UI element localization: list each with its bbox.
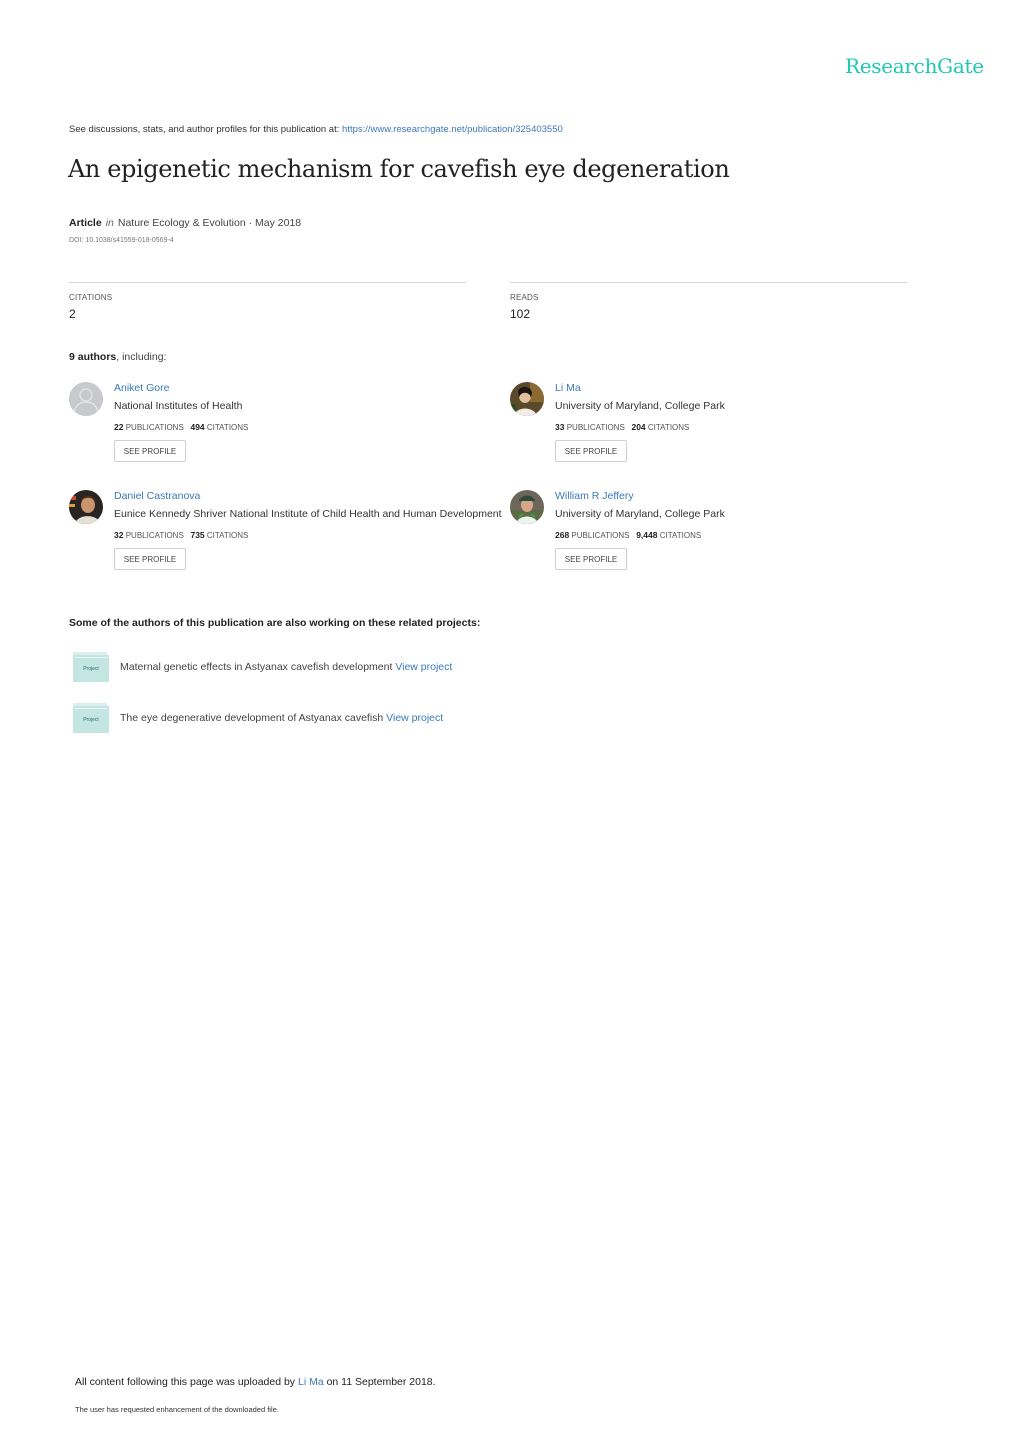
- project-title: Maternal genetic effects in Astyanax cav…: [120, 661, 393, 673]
- author-institution: Eunice Kennedy Shriver National Institut…: [114, 508, 502, 520]
- publications-label: PUBLICATIONS: [125, 531, 184, 540]
- authors-count-suffix: , including:: [116, 351, 167, 363]
- author-card: Aniket Gore National Institutes of Healt…: [69, 382, 509, 482]
- citations-count: 9,448: [636, 530, 658, 540]
- author-card: Li Ma University of Maryland, College Pa…: [510, 382, 950, 482]
- author-name-link[interactable]: Li Ma: [555, 382, 581, 394]
- publication-title: An epigenetic mechanism for cavefish eye…: [68, 155, 730, 183]
- researchgate-logo[interactable]: ResearchGate: [845, 54, 984, 78]
- author-stats: 32 PUBLICATIONS 735 CITATIONS: [114, 530, 248, 540]
- citations-value: 2: [69, 307, 76, 321]
- author-card: William R Jeffery University of Maryland…: [510, 490, 950, 590]
- project-text: Maternal genetic effects in Astyanax cav…: [120, 661, 452, 673]
- citations-count: 735: [190, 530, 205, 540]
- avatar[interactable]: [510, 382, 544, 416]
- author-institution: University of Maryland, College Park: [555, 400, 725, 412]
- publications-label: PUBLICATIONS: [125, 423, 184, 432]
- authors-count: 9 authors, including:: [69, 351, 166, 363]
- author-photo-icon: [510, 382, 544, 416]
- publications-label: PUBLICATIONS: [571, 531, 630, 540]
- publication-url-link[interactable]: https://www.researchgate.net/publication…: [342, 124, 563, 135]
- related-projects-heading: Some of the authors of this publication …: [69, 617, 481, 629]
- publications-count: 22: [114, 422, 124, 432]
- reads-value: 102: [510, 307, 531, 321]
- project-text: The eye degenerative development of Asty…: [120, 712, 443, 724]
- avatar[interactable]: [69, 382, 103, 416]
- author-name-link[interactable]: Aniket Gore: [114, 382, 169, 394]
- avatar[interactable]: [69, 490, 103, 524]
- view-project-link[interactable]: View project: [386, 712, 443, 724]
- publications-count: 268: [555, 530, 570, 540]
- project-icon-label: Project: [83, 717, 99, 723]
- discussion-notice: See discussions, stats, and author profi…: [69, 124, 563, 135]
- view-project-link[interactable]: View project: [395, 661, 452, 673]
- person-placeholder-icon: [69, 382, 103, 416]
- enhancement-note: The user has requested enhancement of th…: [75, 1405, 279, 1414]
- avatar[interactable]: [510, 490, 544, 524]
- upload-notice: All content following this page was uplo…: [75, 1376, 436, 1388]
- author-stats: 268 PUBLICATIONS 9,448 CITATIONS: [555, 530, 701, 540]
- see-profile-button[interactable]: SEE PROFILE: [114, 548, 186, 570]
- citations-count: 494: [190, 422, 205, 432]
- upload-suffix: on 11 September 2018.: [323, 1376, 436, 1388]
- citations-label: CITATIONS: [69, 293, 113, 302]
- citations-label: CITATIONS: [647, 423, 690, 432]
- doi: DOI: 10.1038/s41559-018-0569-4: [69, 237, 174, 244]
- author-card: Daniel Castranova Eunice Kennedy Shriver…: [69, 490, 509, 590]
- citations-label: CITATIONS: [206, 531, 249, 540]
- author-institution: National Institutes of Health: [114, 400, 243, 412]
- publication-type: Article: [69, 217, 102, 229]
- citations-count: 204: [631, 422, 646, 432]
- author-photo-icon: [510, 490, 544, 524]
- project-title: The eye degenerative development of Asty…: [120, 712, 384, 724]
- project-icon-label: Project: [83, 666, 99, 672]
- discussion-notice-text: See discussions, stats, and author profi…: [69, 124, 343, 135]
- authors-count-number: 9 authors: [69, 351, 117, 363]
- see-profile-button[interactable]: SEE PROFILE: [114, 440, 186, 462]
- journal-date: Nature Ecology & Evolution · May 2018: [117, 217, 302, 229]
- publications-label: PUBLICATIONS: [566, 423, 625, 432]
- citations-label: CITATIONS: [659, 531, 702, 540]
- divider-reads: [510, 282, 907, 283]
- reads-label: READS: [510, 293, 539, 302]
- see-profile-button[interactable]: SEE PROFILE: [555, 440, 627, 462]
- author-name-link[interactable]: William R Jeffery: [555, 490, 634, 502]
- upload-prefix: All content following this page was uplo…: [75, 1376, 298, 1388]
- publications-count: 33: [555, 422, 565, 432]
- project-folder-icon: Project: [73, 652, 109, 682]
- author-stats: 33 PUBLICATIONS 204 CITATIONS: [555, 422, 689, 432]
- uploader-link[interactable]: Li Ma: [298, 1376, 324, 1388]
- author-photo-icon: [69, 490, 103, 524]
- publication-meta: Article in Nature Ecology & Evolution · Ma…: [69, 217, 301, 229]
- divider-citations: [69, 282, 466, 283]
- in-word: in: [105, 217, 114, 229]
- author-name-link[interactable]: Daniel Castranova: [114, 490, 200, 502]
- see-profile-button[interactable]: SEE PROFILE: [555, 548, 627, 570]
- author-stats: 22 PUBLICATIONS 494 CITATIONS: [114, 422, 248, 432]
- citations-label: CITATIONS: [206, 423, 249, 432]
- project-folder-icon: Project: [73, 703, 109, 733]
- author-institution: University of Maryland, College Park: [555, 508, 725, 520]
- publications-count: 32: [114, 530, 124, 540]
